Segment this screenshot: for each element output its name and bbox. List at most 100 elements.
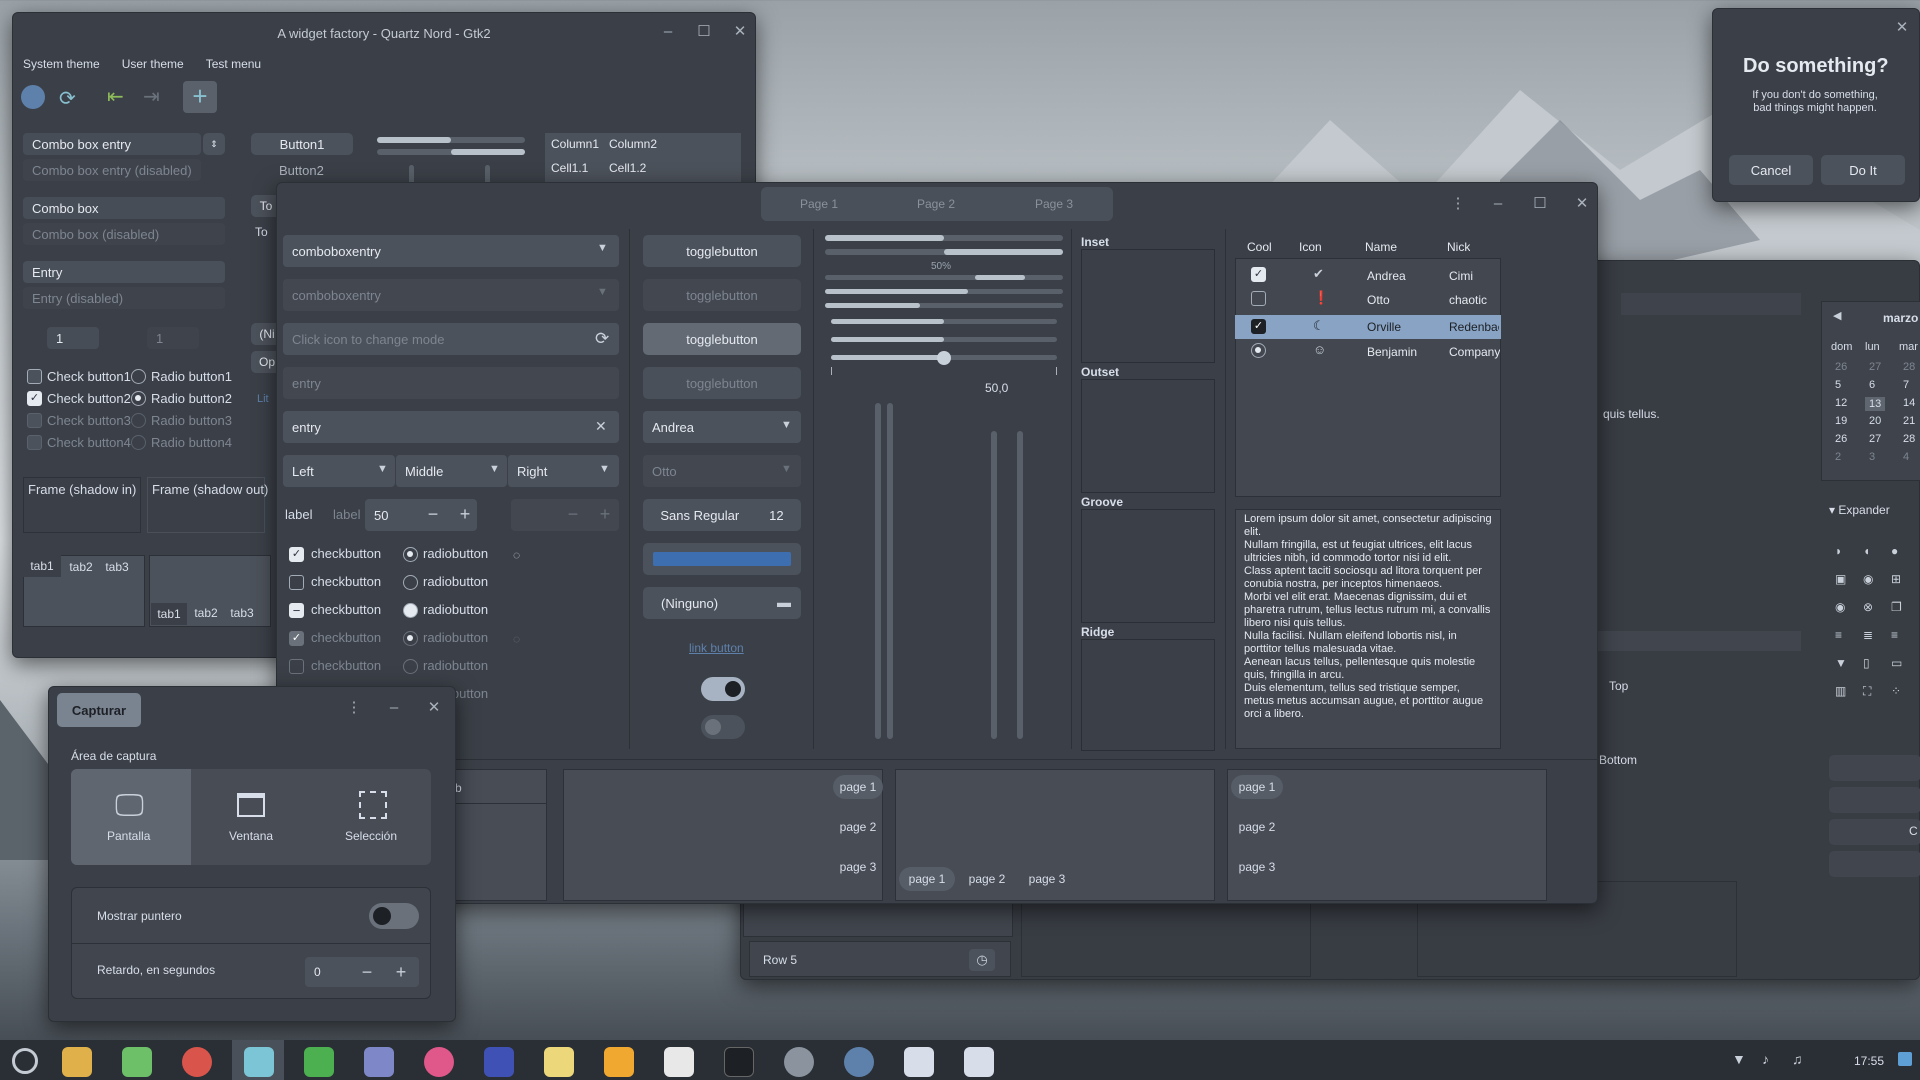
spin-button-1[interactable]: 1 [47, 327, 99, 349]
vscale-3[interactable] [991, 431, 997, 739]
scale-handle[interactable] [937, 351, 951, 365]
nb-bottom-page-2[interactable]: page 2 [959, 867, 1015, 891]
bg-button-4[interactable] [1829, 851, 1920, 877]
widget-factory-icon[interactable] [904, 1047, 934, 1077]
webcam-icon[interactable]: ◉ [1863, 573, 1873, 585]
entry[interactable]: entry [283, 411, 619, 443]
minimize-icon[interactable]: – [1489, 195, 1507, 213]
button-2[interactable]: Button2 [279, 163, 324, 178]
nb-bottom-page-1[interactable]: page 1 [899, 867, 955, 891]
combo-box[interactable]: Combo box [23, 197, 225, 219]
maximize-icon[interactable]: ☐ [695, 23, 713, 41]
goto-last-icon[interactable]: ⇥ [143, 87, 160, 107]
tree-col-2[interactable]: Column2 [609, 137, 657, 151]
menu-dots-icon[interactable]: ⋮ [345, 699, 363, 717]
calendar-day[interactable]: 28 [1903, 361, 1915, 373]
chrome-icon[interactable] [182, 1047, 212, 1077]
image-viewer-icon[interactable] [364, 1047, 394, 1077]
tab-bottom-1[interactable]: tab1 [151, 603, 187, 625]
mail-icon[interactable] [604, 1047, 634, 1077]
do-it-button[interactable]: Do It [1821, 155, 1905, 185]
calendar-day[interactable]: 5 [1835, 379, 1841, 391]
minus-icon[interactable]: − [355, 963, 379, 981]
screenshot-icon[interactable] [244, 1047, 274, 1077]
columns-icon[interactable]: ▥ [1835, 685, 1846, 697]
tree-header-cool[interactable]: Cool [1247, 240, 1272, 254]
icon-entry[interactable]: Click icon to change mode [283, 323, 619, 355]
calendar-day[interactable]: 21 [1903, 415, 1915, 427]
tree-cell-1-1[interactable]: Cell1.1 [551, 161, 588, 175]
nb-right-page-3[interactable]: page 3 [833, 855, 883, 879]
widget-factory-2-icon[interactable] [964, 1047, 994, 1077]
add-box-icon[interactable]: ⊞ [1891, 573, 1901, 585]
phone-icon[interactable]: ▯ [1863, 657, 1870, 669]
calendar-day[interactable]: 28 [1903, 433, 1915, 445]
close-icon[interactable]: ✕ [1573, 195, 1591, 213]
vscale-1[interactable] [875, 403, 881, 739]
nb-right-page-2[interactable]: page 2 [833, 815, 883, 839]
tree-check-2[interactable] [1251, 291, 1266, 306]
terminal-icon[interactable] [724, 1047, 754, 1077]
record-icon[interactable]: ◉ [1835, 601, 1845, 613]
minimize-icon[interactable]: – [385, 699, 403, 717]
checkbutton-1[interactable]: ✓ [289, 547, 304, 562]
copy-icon[interactable]: ❐ [1891, 601, 1902, 613]
check-button-1[interactable] [27, 369, 42, 384]
expander[interactable]: ▾ Expander [1829, 503, 1890, 517]
minus-icon[interactable]: − [421, 505, 445, 523]
tree-header-nick[interactable]: Nick [1447, 240, 1470, 254]
clock[interactable]: 17:55 [1854, 1054, 1884, 1068]
nb-right-page-1[interactable]: page 1 [833, 775, 883, 799]
cancel-icon[interactable]: ⊗ [1863, 601, 1873, 613]
chevron-down-icon[interactable]: ▼ [599, 464, 610, 475]
spreadsheet-icon[interactable] [304, 1047, 334, 1077]
calendar-day[interactable]: 2 [1835, 451, 1841, 463]
text-editor-icon[interactable] [544, 1047, 574, 1077]
plus-icon[interactable]: + [389, 963, 413, 981]
tab-page-3[interactable]: Page 3 [995, 191, 1113, 217]
chevron-down-icon[interactable]: ▼ [781, 420, 792, 431]
menu-dots-icon[interactable]: ⋮ [1449, 195, 1467, 213]
tree-header-icon[interactable]: Icon [1299, 240, 1322, 254]
checkbutton-2[interactable] [289, 575, 304, 590]
calendar-day[interactable]: 13 [1865, 397, 1886, 411]
plus-icon[interactable]: + [453, 505, 477, 523]
calendar-day[interactable]: 26 [1835, 361, 1847, 373]
calendar-prev-icon[interactable]: ◀ [1833, 311, 1841, 322]
calendar-day[interactable]: 20 [1869, 415, 1881, 427]
nb-bottom-page-3[interactable]: page 3 [1019, 867, 1075, 891]
calendar-day[interactable]: 7 [1903, 379, 1909, 391]
radiobutton-3[interactable] [403, 603, 418, 618]
mode-window[interactable] [191, 769, 311, 865]
calendar-icon[interactable] [664, 1047, 694, 1077]
video-icon[interactable] [484, 1047, 514, 1077]
nb-left-page-1[interactable]: page 1 [1231, 775, 1283, 799]
tab-2[interactable]: tab2 [63, 557, 99, 577]
combo-andrea[interactable]: Andrea [643, 411, 801, 443]
headphones-icon[interactable]: ◗ [1835, 545, 1842, 557]
radiobutton-1[interactable] [403, 547, 418, 562]
calendar-day[interactable]: 4 [1903, 451, 1909, 463]
chevron-down-icon[interactable]: ▼ [489, 464, 500, 475]
grid-icon[interactable]: ⁘ [1891, 685, 1901, 697]
music-icon[interactable]: ♫ [1792, 1052, 1803, 1066]
about-icon[interactable] [844, 1047, 874, 1077]
combobox-entry[interactable]: comboboxentry [283, 235, 619, 267]
bell-icon[interactable]: ♪ [1762, 1052, 1769, 1066]
close-icon[interactable]: ✕ [425, 699, 443, 717]
add-icon[interactable]: + [183, 81, 217, 113]
camera-icon[interactable]: ▣ [1835, 573, 1846, 585]
launcher-icon[interactable] [12, 1048, 38, 1074]
calendar-day[interactable]: 3 [1869, 451, 1875, 463]
microphone-icon[interactable]: ● [1891, 545, 1898, 557]
button-1[interactable]: Button1 [251, 133, 353, 155]
clear-icon[interactable]: ✕ [595, 419, 607, 433]
align-left-icon[interactable]: ≡ [1835, 629, 1842, 641]
wifi-icon[interactable]: ▼ [1835, 657, 1847, 669]
tree-cell-1-2[interactable]: Cell1.2 [609, 161, 646, 175]
radio-button-2[interactable] [131, 391, 146, 406]
settings-icon[interactable] [784, 1047, 814, 1077]
volume-icon[interactable]: ◖ [1863, 545, 1870, 557]
spiral-icon[interactable] [424, 1047, 454, 1077]
calendar-day[interactable]: 6 [1869, 379, 1875, 391]
